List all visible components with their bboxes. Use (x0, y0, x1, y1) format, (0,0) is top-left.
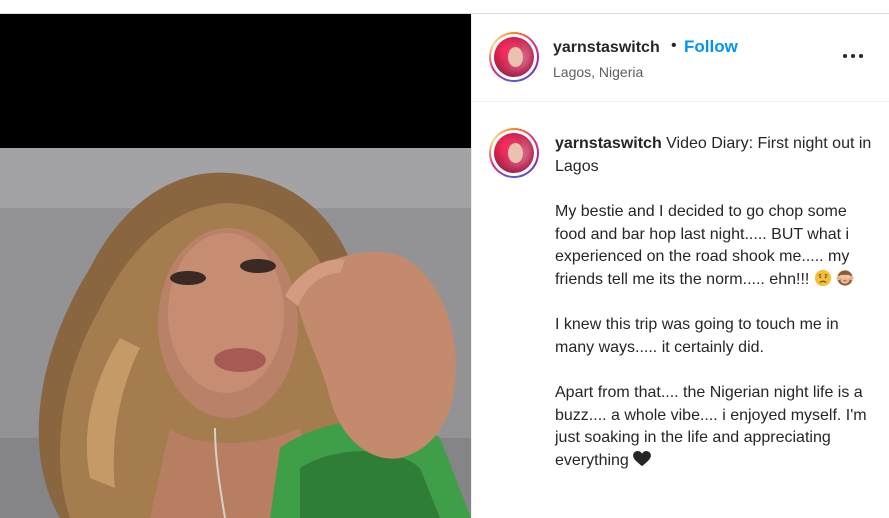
separator-dot: • (671, 37, 677, 54)
location-link[interactable]: Lagos, Nigeria (553, 64, 643, 80)
caption-paragraph: My bestie and I decided to go chop some … (555, 201, 875, 291)
caption-username[interactable]: yarnstaswitch (555, 135, 662, 152)
post-panel: yarnstaswitch • Follow Lagos, Nigeria ya… (471, 14, 889, 518)
disappointed-face-icon (814, 269, 831, 286)
top-bar (0, 0, 889, 14)
caption-section: yarnstaswitch Video Diary: First night o… (472, 103, 889, 518)
username-link[interactable]: yarnstaswitch (553, 39, 660, 57)
video-frame[interactable] (0, 148, 471, 518)
avatar[interactable] (489, 32, 539, 82)
video-still (0, 148, 471, 518)
post-media[interactable] (0, 14, 471, 518)
caption-paragraph: Apart from that.... the Nigerian night l… (555, 384, 867, 469)
more-options-icon[interactable] (842, 46, 868, 66)
caption-paragraph: I knew this trip was going to touch me i… (555, 316, 839, 356)
see-no-evil-monkey-icon (836, 269, 854, 286)
follow-button[interactable]: Follow (684, 37, 738, 57)
video-letterbox (0, 14, 471, 148)
caption-text: yarnstaswitch Video Diary: First night o… (555, 133, 875, 472)
black-heart-icon (633, 450, 652, 466)
caption-avatar[interactable] (489, 128, 539, 178)
post-header: yarnstaswitch • Follow Lagos, Nigeria (472, 14, 889, 102)
